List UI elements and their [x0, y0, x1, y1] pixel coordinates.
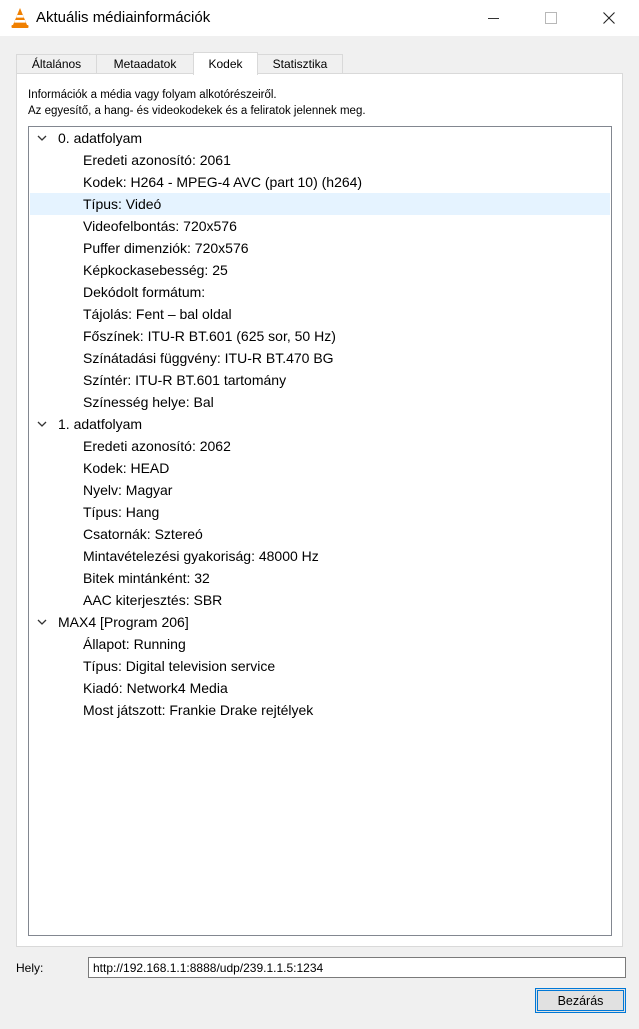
vlc-cone-icon	[11, 8, 29, 28]
tab-codec[interactable]: Kodek	[193, 52, 258, 75]
chevron-down-icon[interactable]	[37, 133, 47, 143]
tree-item-label: AAC kiterjesztés: SBR	[83, 592, 223, 608]
close-button[interactable]: Bezárás	[535, 988, 626, 1013]
minimize-button[interactable]	[470, 0, 516, 36]
tree-group-program[interactable]: MAX4 [Program 206]	[30, 611, 610, 633]
tab-label: Általános	[31, 57, 82, 71]
maximize-icon	[545, 12, 557, 24]
tree-item-label: Típus: Hang	[83, 504, 160, 520]
tree-item[interactable]: Képkockasebesség: 25	[30, 259, 610, 281]
tree-item[interactable]: Kodek: H264 - MPEG-4 AVC (part 10) (h264…	[30, 171, 610, 193]
media-info-window: Aktuális médiainformációk Általános Meta…	[0, 0, 639, 1029]
tree-item-label: Eredeti azonosító: 2061	[83, 152, 231, 168]
tree-item[interactable]: Videofelbontás: 720x576	[30, 215, 610, 237]
title-bar[interactable]: Aktuális médiainformációk	[0, 0, 639, 36]
tree-item-selected[interactable]: Típus: Videó	[30, 193, 610, 215]
chevron-down-icon[interactable]	[37, 419, 47, 429]
tree-item-label: Színátadási függvény: ITU-R BT.470 BG	[83, 350, 334, 366]
codec-panel: Információk a média vagy folyam alkotóré…	[16, 73, 623, 947]
tree-item-label: Dekódolt formátum:	[83, 284, 206, 300]
tree-item-label: Most játszott: Frankie Drake rejtélyek	[83, 702, 314, 718]
tree-item[interactable]: Dekódolt formátum:	[30, 281, 610, 303]
tree-item-label: Csatornák: Sztereó	[83, 526, 203, 542]
tree-item-label: Kiadó: Network4 Media	[83, 680, 228, 696]
location-input[interactable]	[88, 957, 626, 978]
tree-item[interactable]: Eredeti azonosító: 2061	[30, 149, 610, 171]
tree-item[interactable]: Színátadási függvény: ITU-R BT.470 BG	[30, 347, 610, 369]
tree-group-stream-0[interactable]: 0. adatfolyam	[30, 127, 610, 149]
tree-item-label: Képkockasebesség: 25	[83, 262, 228, 278]
tree-item[interactable]: Csatornák: Sztereó	[30, 523, 610, 545]
tree-group-label: MAX4 [Program 206]	[58, 614, 189, 630]
location-label: Hely:	[16, 961, 44, 975]
tree-item-label: Állapot: Running	[83, 636, 186, 652]
tree-item-label: Színesség helye: Bal	[83, 394, 214, 410]
tree-item-label: Főszínek: ITU-R BT.601 (625 sor, 50 Hz)	[83, 328, 336, 344]
tree-item[interactable]: Mintavételezési gyakoriság: 48000 Hz	[30, 545, 610, 567]
description-line: Az egyesítő, a hang- és videokodekek és …	[28, 105, 366, 117]
tree-item[interactable]: Típus: Hang	[30, 501, 610, 523]
tree-item[interactable]: Kiadó: Network4 Media	[30, 677, 610, 699]
tree-item[interactable]: Kodek: HEAD	[30, 457, 610, 479]
tab-label: Statisztika	[272, 57, 328, 71]
codec-tree[interactable]: 0. adatfolyam Eredeti azonosító: 2061 Ko…	[28, 126, 612, 936]
tree-group-label: 1. adatfolyam	[58, 416, 143, 432]
tree-item[interactable]: Típus: Digital television service	[30, 655, 610, 677]
tree-item-label: Kodek: H264 - MPEG-4 AVC (part 10) (h264…	[83, 174, 363, 190]
maximize-button[interactable]	[528, 0, 574, 36]
tree-item[interactable]: Tájolás: Fent – bal oldal	[30, 303, 610, 325]
tree-group-label: 0. adatfolyam	[58, 130, 143, 146]
tree-item[interactable]: Eredeti azonosító: 2062	[30, 435, 610, 457]
tab-general[interactable]: Általános	[16, 54, 97, 73]
tree-item-label: Típus: Videó	[83, 196, 162, 212]
tree-group-stream-1[interactable]: 1. adatfolyam	[30, 413, 610, 435]
tab-statistics[interactable]: Statisztika	[257, 54, 343, 73]
tree-item[interactable]: Most játszott: Frankie Drake rejtélyek	[30, 699, 610, 721]
description-line: Információk a média vagy folyam alkotóré…	[28, 89, 277, 101]
tree-item-label: Mintavételezési gyakoriság: 48000 Hz	[83, 548, 319, 564]
tree-item-label: Kodek: HEAD	[83, 460, 170, 476]
tree-item[interactable]: AAC kiterjesztés: SBR	[30, 589, 610, 611]
tree-item[interactable]: Nyelv: Magyar	[30, 479, 610, 501]
window-title: Aktuális médiainformációk	[36, 9, 211, 26]
tree-item-label: Eredeti azonosító: 2062	[83, 438, 231, 454]
tree-item[interactable]: Színesség helye: Bal	[30, 391, 610, 413]
tree-item-label: Tájolás: Fent – bal oldal	[83, 306, 232, 322]
tab-metadata[interactable]: Metaadatok	[96, 54, 194, 73]
close-icon	[603, 12, 615, 24]
chevron-down-icon[interactable]	[37, 617, 47, 627]
tree-item-label: Videofelbontás: 720x576	[83, 218, 237, 234]
tree-item-label: Típus: Digital television service	[83, 658, 276, 674]
tree-item-label: Nyelv: Magyar	[83, 482, 173, 498]
tree-item[interactable]: Állapot: Running	[30, 633, 610, 655]
tab-label: Metaadatok	[113, 57, 177, 71]
tree-item-label: Bitek mintánként: 32	[83, 570, 210, 586]
tree-item[interactable]: Puffer dimenziók: 720x576	[30, 237, 610, 259]
tree-item[interactable]: Bitek mintánként: 32	[30, 567, 610, 589]
tab-label: Kodek	[208, 57, 243, 71]
tree-item[interactable]: Főszínek: ITU-R BT.601 (625 sor, 50 Hz)	[30, 325, 610, 347]
minimize-icon	[487, 17, 499, 19]
focus-ring	[537, 990, 624, 1011]
tree-item[interactable]: Színtér: ITU-R BT.601 tartomány	[30, 369, 610, 391]
close-window-button[interactable]	[586, 0, 632, 36]
codec-description: Információk a média vagy folyam alkotóré…	[28, 87, 366, 119]
tree-item-label: Puffer dimenziók: 720x576	[83, 240, 249, 256]
tree-item-label: Színtér: ITU-R BT.601 tartomány	[83, 372, 287, 388]
